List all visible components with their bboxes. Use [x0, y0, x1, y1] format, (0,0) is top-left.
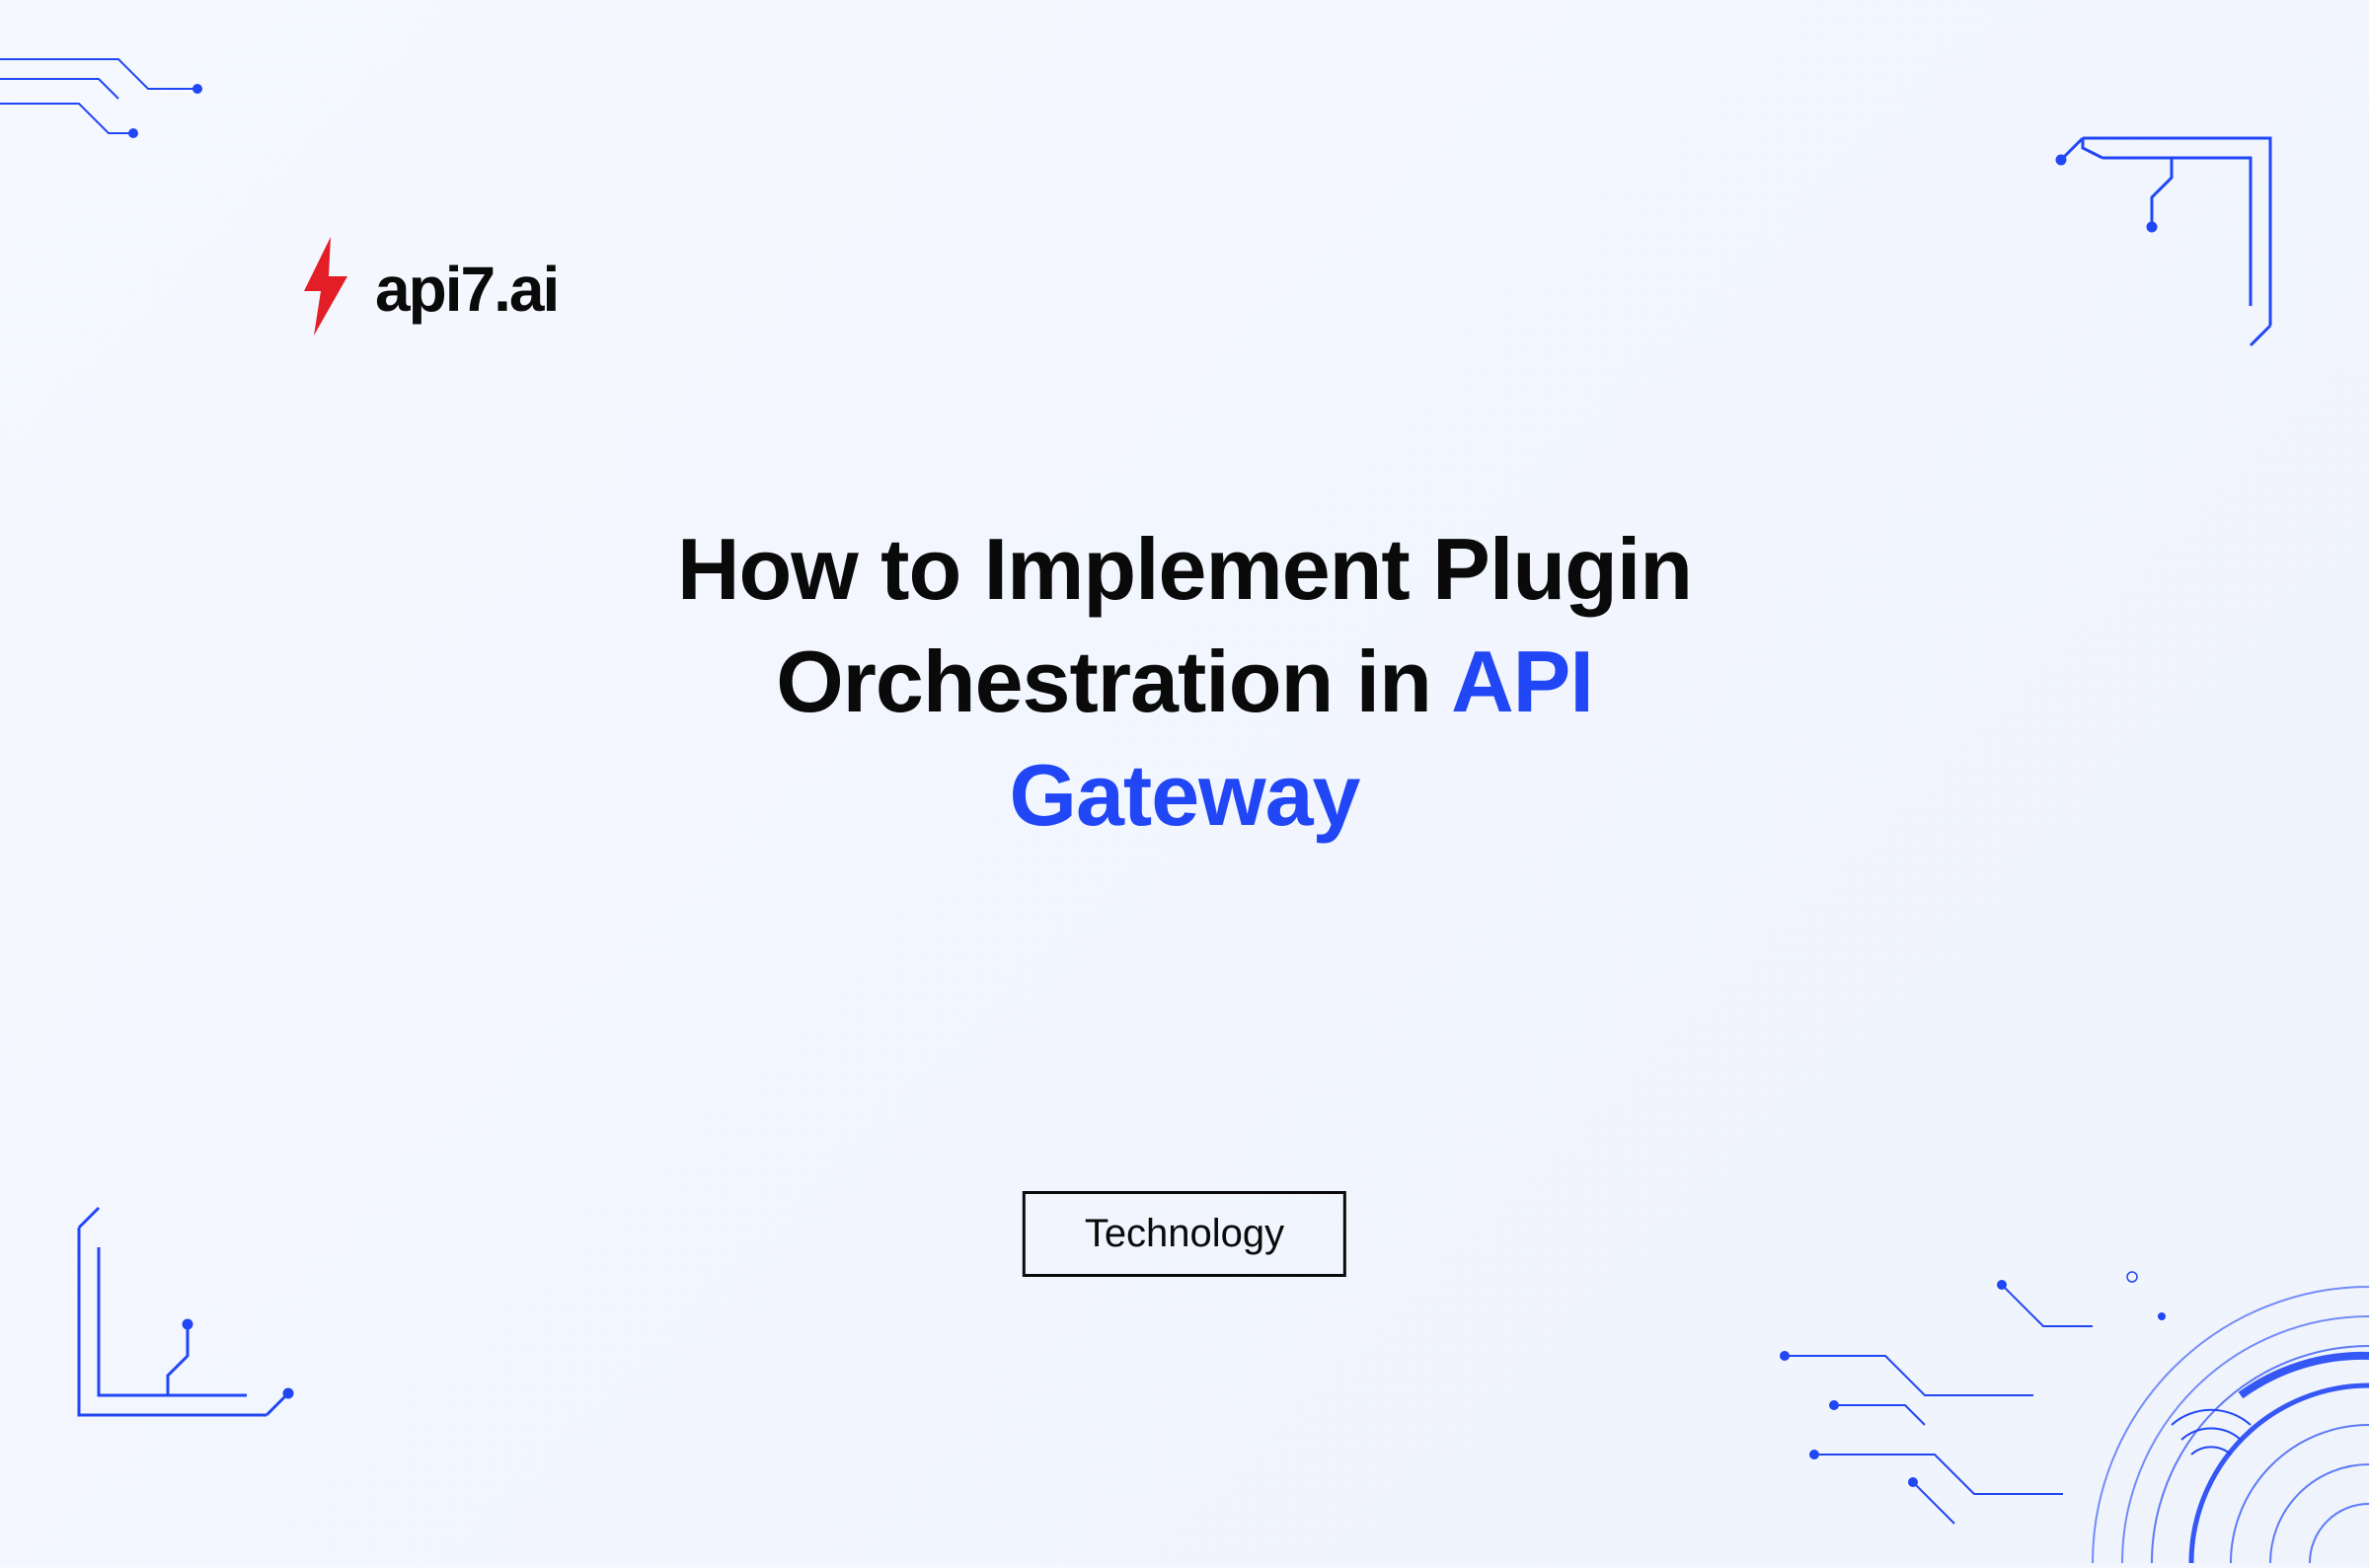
logo-text: aPI7.aI: [375, 253, 558, 326]
decoration-bottom-left: [69, 1188, 326, 1425]
title-line-1: How to Implement Plugin: [276, 513, 2093, 626]
decoration-top-left: [0, 30, 217, 148]
title-line-3: Gateway: [276, 739, 2093, 852]
page-title: How to Implement Plugin Orchestration in…: [0, 513, 2369, 852]
title-line-2: Orchestration in API: [276, 626, 2093, 738]
decoration-bottom-right: [1757, 1010, 2369, 1563]
decoration-top-right: [2024, 128, 2280, 365]
brand-logo: aPI7.aI: [296, 237, 558, 340]
category-badge: Technology: [1023, 1191, 1346, 1277]
logo-bolt-icon: [296, 237, 355, 340]
